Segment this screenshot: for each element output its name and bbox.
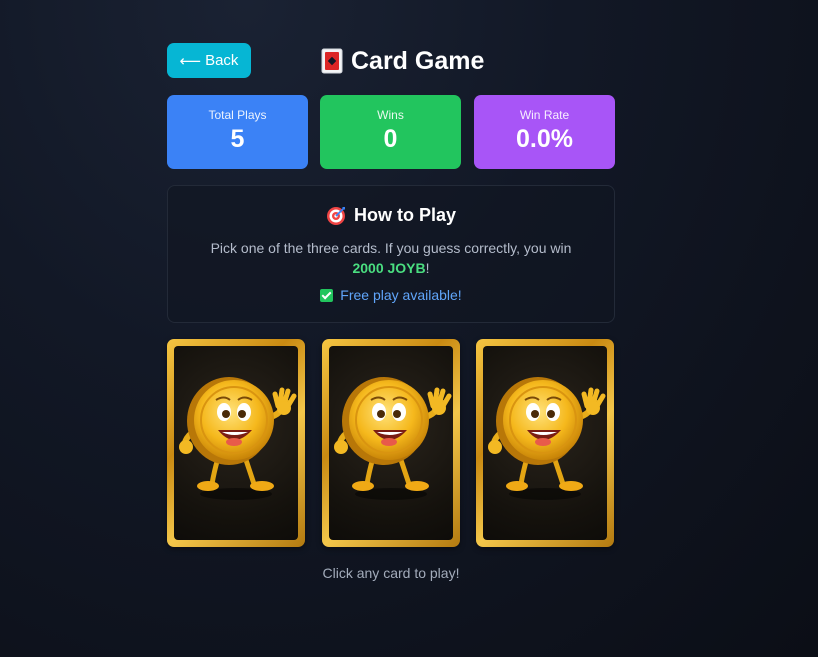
how-to-play-text: Pick one of the three cards. If you gues…	[181, 238, 601, 278]
coin-mascot-icon	[179, 377, 297, 500]
win-rate-value: 0.0%	[516, 125, 573, 153]
coin-mascot-icon	[334, 377, 452, 500]
target-icon	[326, 206, 346, 226]
instructions-text: Pick one of the three cards. If you gues…	[210, 240, 572, 256]
instructions-end: !	[425, 260, 430, 276]
card-row	[167, 339, 615, 547]
wins-value: 0	[383, 125, 398, 153]
card-3[interactable]	[476, 339, 614, 547]
game-container: ⟵ Back Card Game Total Plays 5 Wins 0 Wi…	[167, 43, 615, 581]
check-icon	[320, 288, 334, 302]
card-1-face	[174, 346, 298, 540]
card-3-face	[483, 346, 607, 540]
how-to-play-panel: How to Play Pick one of the three cards.…	[167, 185, 615, 323]
prize-amount: 2000 JOYB	[352, 260, 426, 276]
win-rate-card: Win Rate 0.0%	[474, 95, 615, 169]
how-to-play-title: How to Play	[353, 205, 456, 225]
card-1[interactable]	[167, 339, 305, 547]
stats-row: Total Plays 5 Wins 0 Win Rate 0.0%	[167, 95, 615, 169]
coin-mascot-icon	[488, 377, 606, 500]
back-button[interactable]: ⟵ Back	[167, 43, 251, 78]
card-2[interactable]	[322, 339, 460, 547]
total-plays-value: 5	[230, 125, 245, 153]
card-2-face	[329, 346, 453, 540]
page-title-wrap: Card Game	[321, 45, 484, 77]
win-rate-label: Win Rate	[519, 108, 570, 122]
page-title: Card Game	[351, 46, 485, 75]
how-to-play-heading: How to Play	[168, 205, 614, 226]
play-hint: Click any card to play!	[322, 565, 460, 581]
wins-label: Wins	[377, 108, 404, 122]
back-label: Back	[205, 52, 239, 69]
free-play-status: Free play available!	[168, 287, 614, 303]
header: ⟵ Back Card Game	[167, 43, 615, 79]
free-play-label: Free play available!	[340, 287, 462, 303]
total-plays-card: Total Plays 5	[167, 95, 308, 169]
playing-card-icon	[321, 48, 343, 74]
wins-card: Wins 0	[320, 95, 461, 169]
arrow-left-icon: ⟵	[179, 52, 202, 70]
total-plays-label: Total Plays	[208, 108, 267, 122]
